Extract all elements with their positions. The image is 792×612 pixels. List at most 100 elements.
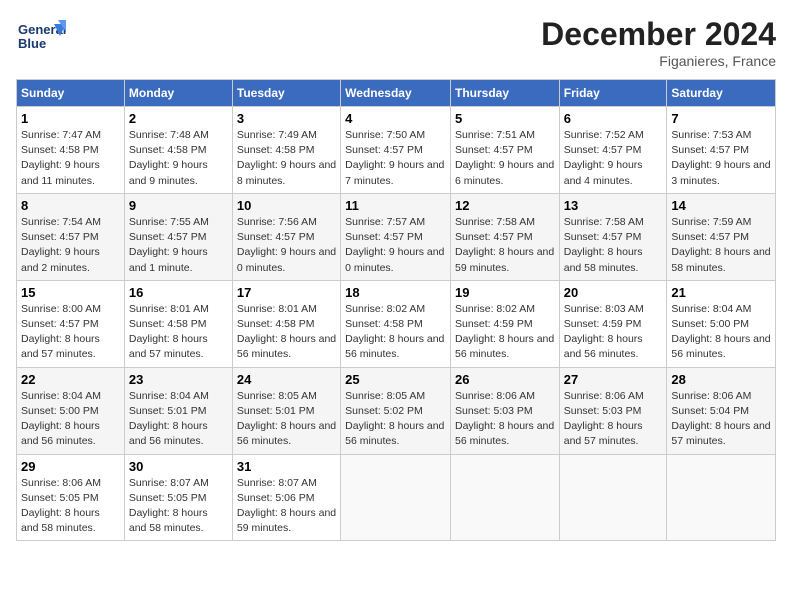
day-number: 8 (21, 198, 120, 213)
calendar-day-cell: 23 Sunrise: 8:04 AMSunset: 5:01 PMDaylig… (124, 367, 232, 454)
day-info: Sunrise: 7:55 AMSunset: 4:57 PMDaylight:… (129, 216, 209, 274)
calendar-day-cell: 5 Sunrise: 7:51 AMSunset: 4:57 PMDayligh… (450, 107, 559, 194)
day-info: Sunrise: 7:48 AMSunset: 4:58 PMDaylight:… (129, 129, 209, 187)
calendar-day-cell: 24 Sunrise: 8:05 AMSunset: 5:01 PMDaylig… (232, 367, 340, 454)
calendar-day-cell: 18 Sunrise: 8:02 AMSunset: 4:58 PMDaylig… (341, 280, 451, 367)
day-number: 15 (21, 285, 120, 300)
day-number: 6 (564, 111, 663, 126)
day-info: Sunrise: 7:57 AMSunset: 4:57 PMDaylight:… (345, 216, 444, 274)
calendar-day-cell: 30 Sunrise: 8:07 AMSunset: 5:05 PMDaylig… (124, 454, 232, 541)
day-number: 17 (237, 285, 336, 300)
calendar-day-cell: 15 Sunrise: 8:00 AMSunset: 4:57 PMDaylig… (17, 280, 125, 367)
calendar-day-cell: 9 Sunrise: 7:55 AMSunset: 4:57 PMDayligh… (124, 193, 232, 280)
day-info: Sunrise: 8:07 AMSunset: 5:05 PMDaylight:… (129, 477, 209, 535)
day-info: Sunrise: 8:04 AMSunset: 5:01 PMDaylight:… (129, 390, 209, 448)
calendar-table: SundayMondayTuesdayWednesdayThursdayFrid… (16, 79, 776, 541)
month-title: December 2024 (541, 16, 776, 53)
day-number: 11 (345, 198, 446, 213)
day-info: Sunrise: 8:00 AMSunset: 4:57 PMDaylight:… (21, 303, 101, 361)
day-number: 4 (345, 111, 446, 126)
day-number: 31 (237, 459, 336, 474)
calendar-day-cell: 1 Sunrise: 7:47 AMSunset: 4:58 PMDayligh… (17, 107, 125, 194)
calendar-week-row: 15 Sunrise: 8:00 AMSunset: 4:57 PMDaylig… (17, 280, 776, 367)
calendar-day-cell: 22 Sunrise: 8:04 AMSunset: 5:00 PMDaylig… (17, 367, 125, 454)
calendar-day-cell: 14 Sunrise: 7:59 AMSunset: 4:57 PMDaylig… (667, 193, 776, 280)
weekday-header-row: SundayMondayTuesdayWednesdayThursdayFrid… (17, 80, 776, 107)
day-number: 18 (345, 285, 446, 300)
calendar-day-cell: 25 Sunrise: 8:05 AMSunset: 5:02 PMDaylig… (341, 367, 451, 454)
calendar-day-cell: 28 Sunrise: 8:06 AMSunset: 5:04 PMDaylig… (667, 367, 776, 454)
day-number: 5 (455, 111, 555, 126)
day-number: 29 (21, 459, 120, 474)
svg-text:Blue: Blue (18, 36, 46, 51)
weekday-header-cell: Saturday (667, 80, 776, 107)
day-number: 3 (237, 111, 336, 126)
calendar-day-cell: 17 Sunrise: 8:01 AMSunset: 4:58 PMDaylig… (232, 280, 340, 367)
day-number: 2 (129, 111, 228, 126)
day-number: 9 (129, 198, 228, 213)
calendar-day-cell: 8 Sunrise: 7:54 AMSunset: 4:57 PMDayligh… (17, 193, 125, 280)
day-number: 21 (671, 285, 771, 300)
day-info: Sunrise: 8:04 AMSunset: 5:00 PMDaylight:… (21, 390, 101, 448)
day-info: Sunrise: 8:05 AMSunset: 5:01 PMDaylight:… (237, 390, 336, 448)
day-info: Sunrise: 7:56 AMSunset: 4:57 PMDaylight:… (237, 216, 336, 274)
day-info: Sunrise: 7:49 AMSunset: 4:58 PMDaylight:… (237, 129, 336, 187)
weekday-header-cell: Sunday (17, 80, 125, 107)
day-number: 7 (671, 111, 771, 126)
day-info: Sunrise: 8:05 AMSunset: 5:02 PMDaylight:… (345, 390, 444, 448)
day-number: 27 (564, 372, 663, 387)
day-number: 26 (455, 372, 555, 387)
day-info: Sunrise: 7:51 AMSunset: 4:57 PMDaylight:… (455, 129, 554, 187)
day-info: Sunrise: 8:01 AMSunset: 4:58 PMDaylight:… (129, 303, 209, 361)
day-number: 25 (345, 372, 446, 387)
day-number: 23 (129, 372, 228, 387)
day-number: 14 (671, 198, 771, 213)
calendar-day-cell: 7 Sunrise: 7:53 AMSunset: 4:57 PMDayligh… (667, 107, 776, 194)
calendar-week-row: 8 Sunrise: 7:54 AMSunset: 4:57 PMDayligh… (17, 193, 776, 280)
calendar-day-cell: 26 Sunrise: 8:06 AMSunset: 5:03 PMDaylig… (450, 367, 559, 454)
day-number: 24 (237, 372, 336, 387)
calendar-week-row: 22 Sunrise: 8:04 AMSunset: 5:00 PMDaylig… (17, 367, 776, 454)
calendar-day-cell (667, 454, 776, 541)
day-info: Sunrise: 7:58 AMSunset: 4:57 PMDaylight:… (455, 216, 554, 274)
day-info: Sunrise: 8:06 AMSunset: 5:04 PMDaylight:… (671, 390, 770, 448)
calendar-day-cell (559, 454, 667, 541)
day-info: Sunrise: 7:59 AMSunset: 4:57 PMDaylight:… (671, 216, 770, 274)
weekday-header-cell: Tuesday (232, 80, 340, 107)
calendar-day-cell (341, 454, 451, 541)
day-info: Sunrise: 8:02 AMSunset: 4:59 PMDaylight:… (455, 303, 554, 361)
day-info: Sunrise: 8:06 AMSunset: 5:03 PMDaylight:… (564, 390, 644, 448)
weekday-header-cell: Friday (559, 80, 667, 107)
day-info: Sunrise: 7:53 AMSunset: 4:57 PMDaylight:… (671, 129, 770, 187)
day-number: 28 (671, 372, 771, 387)
calendar-day-cell: 2 Sunrise: 7:48 AMSunset: 4:58 PMDayligh… (124, 107, 232, 194)
location-title: Figanieres, France (541, 53, 776, 69)
day-number: 1 (21, 111, 120, 126)
logo: General Blue (16, 16, 70, 56)
calendar-day-cell: 20 Sunrise: 8:03 AMSunset: 4:59 PMDaylig… (559, 280, 667, 367)
weekday-header-cell: Thursday (450, 80, 559, 107)
calendar-day-cell: 10 Sunrise: 7:56 AMSunset: 4:57 PMDaylig… (232, 193, 340, 280)
calendar-day-cell: 3 Sunrise: 7:49 AMSunset: 4:58 PMDayligh… (232, 107, 340, 194)
day-number: 30 (129, 459, 228, 474)
day-number: 10 (237, 198, 336, 213)
calendar-day-cell: 13 Sunrise: 7:58 AMSunset: 4:57 PMDaylig… (559, 193, 667, 280)
day-info: Sunrise: 7:47 AMSunset: 4:58 PMDaylight:… (21, 129, 101, 187)
day-number: 13 (564, 198, 663, 213)
calendar-day-cell: 4 Sunrise: 7:50 AMSunset: 4:57 PMDayligh… (341, 107, 451, 194)
day-info: Sunrise: 7:54 AMSunset: 4:57 PMDaylight:… (21, 216, 101, 274)
day-info: Sunrise: 7:58 AMSunset: 4:57 PMDaylight:… (564, 216, 644, 274)
calendar-day-cell: 29 Sunrise: 8:06 AMSunset: 5:05 PMDaylig… (17, 454, 125, 541)
day-info: Sunrise: 8:02 AMSunset: 4:58 PMDaylight:… (345, 303, 444, 361)
calendar-day-cell: 12 Sunrise: 7:58 AMSunset: 4:57 PMDaylig… (450, 193, 559, 280)
day-info: Sunrise: 7:52 AMSunset: 4:57 PMDaylight:… (564, 129, 644, 187)
weekday-header-cell: Monday (124, 80, 232, 107)
calendar-day-cell: 19 Sunrise: 8:02 AMSunset: 4:59 PMDaylig… (450, 280, 559, 367)
day-info: Sunrise: 8:01 AMSunset: 4:58 PMDaylight:… (237, 303, 336, 361)
page-header: General Blue December 2024 Figanieres, F… (16, 16, 776, 69)
calendar-week-row: 1 Sunrise: 7:47 AMSunset: 4:58 PMDayligh… (17, 107, 776, 194)
calendar-day-cell: 16 Sunrise: 8:01 AMSunset: 4:58 PMDaylig… (124, 280, 232, 367)
calendar-day-cell: 11 Sunrise: 7:57 AMSunset: 4:57 PMDaylig… (341, 193, 451, 280)
day-info: Sunrise: 8:06 AMSunset: 5:05 PMDaylight:… (21, 477, 101, 535)
day-number: 16 (129, 285, 228, 300)
